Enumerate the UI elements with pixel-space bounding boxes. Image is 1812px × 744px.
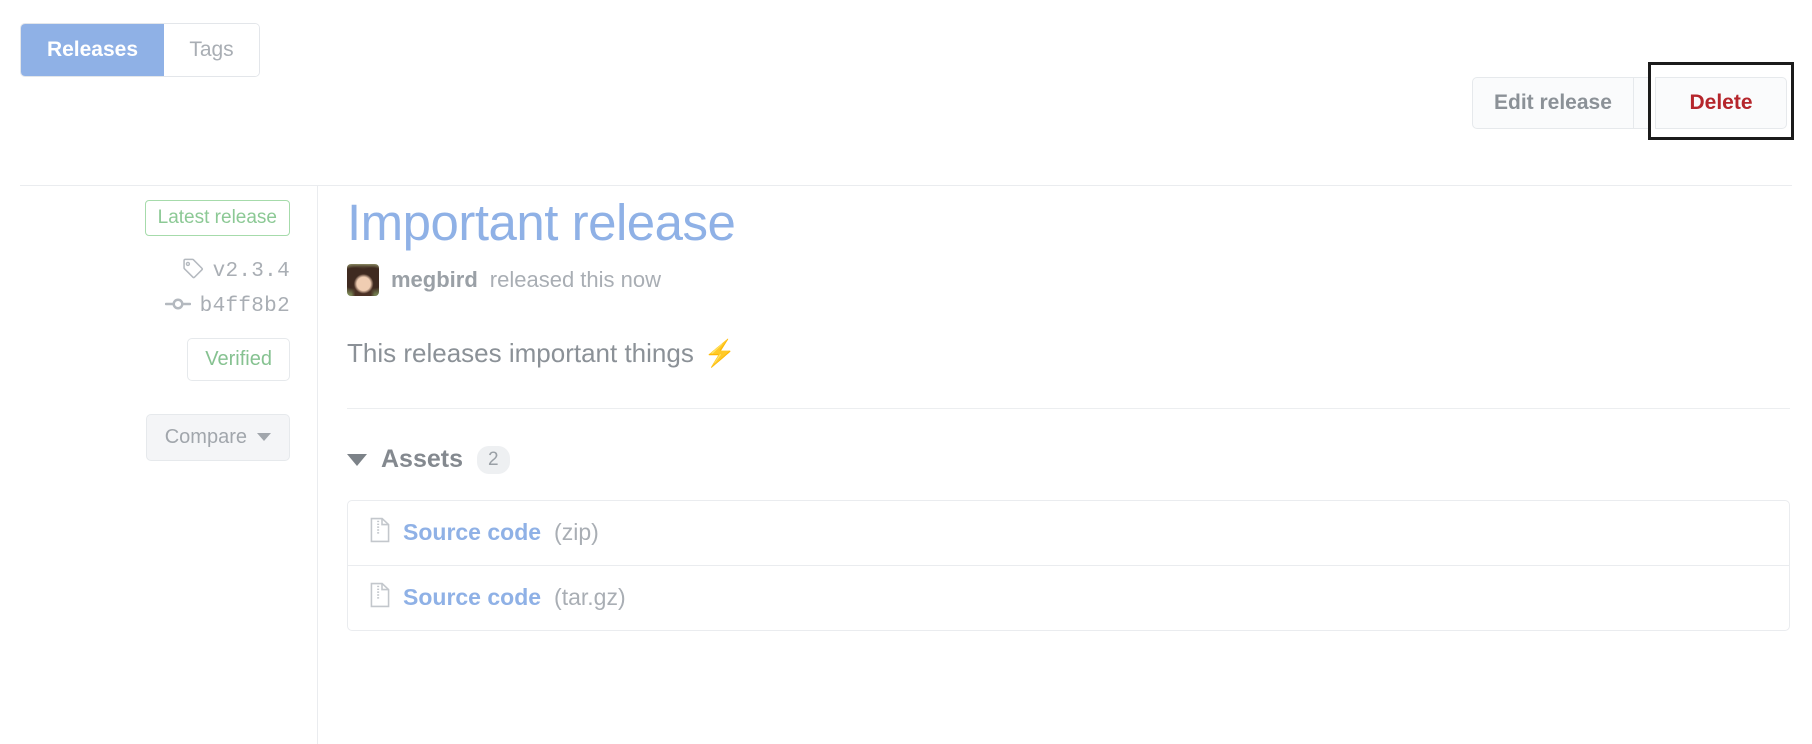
latest-release-badge-label: Latest release <box>157 207 277 228</box>
avatar[interactable] <box>347 263 379 296</box>
release-author[interactable]: megbird <box>391 268 478 291</box>
release-byline: megbird released this now <box>347 263 1792 296</box>
release-main: Important release megbird released this … <box>347 196 1792 631</box>
edit-release-label: Edit release <box>1494 91 1612 114</box>
asset-extension: (zip) <box>554 518 599 545</box>
sidebar-divider <box>317 186 318 744</box>
header-divider <box>20 185 1792 186</box>
asset-extension: (tar.gz) <box>554 583 626 610</box>
tab-releases[interactable]: Releases <box>21 24 164 76</box>
release-description-text: This releases important things <box>347 337 694 368</box>
file-zip-icon <box>370 582 390 613</box>
tab-tags-label: Tags <box>189 38 234 61</box>
list-item[interactable]: Source code (zip) <box>348 501 1789 566</box>
delete-button-focused[interactable]: Delete <box>1655 77 1787 129</box>
chevron-down-icon <box>257 433 271 441</box>
asset-name: Source code <box>403 583 542 610</box>
release-commit-row[interactable]: b4ff8b2 <box>164 293 290 319</box>
release-tag-value: v2.3.4 <box>212 259 290 283</box>
assets-count-badge: 2 <box>477 445 510 474</box>
tab-tags[interactable]: Tags <box>164 24 259 76</box>
assets-list: Source code (zip) Source code (tar.gz) <box>347 499 1790 631</box>
file-zip-icon <box>370 517 390 548</box>
chevron-down-icon <box>347 453 367 466</box>
release-title[interactable]: Important release <box>347 196 1792 250</box>
lightning-bolt-icon: ⚡ <box>703 337 737 368</box>
release-commit-value: b4ff8b2 <box>199 294 290 318</box>
delete-label-focused: Delete <box>1689 91 1753 114</box>
assets-heading: Assets <box>381 445 463 474</box>
assets-header[interactable]: Assets 2 <box>347 445 1792 474</box>
tab-releases-label: Releases <box>46 38 139 61</box>
release-sidebar: Latest release v2.3.4 b4ff8b2 Verified C… <box>0 200 290 461</box>
release-published-text: released this now <box>489 266 662 292</box>
release-description: This releases important things ⚡ <box>347 340 1792 366</box>
content-divider <box>347 407 1790 409</box>
verified-label: Verified <box>205 348 272 370</box>
tag-icon <box>182 258 204 284</box>
list-item[interactable]: Source code (tar.gz) <box>348 566 1789 630</box>
edit-release-button[interactable]: Edit release <box>1473 78 1633 128</box>
release-tabs: Releases Tags <box>20 23 260 77</box>
git-commit-icon <box>164 293 191 319</box>
release-tag-row[interactable]: v2.3.4 <box>182 258 290 284</box>
asset-name: Source code <box>403 518 542 545</box>
verified-button[interactable]: Verified <box>187 338 290 381</box>
compare-label: Compare <box>164 426 247 448</box>
latest-release-badge: Latest release <box>144 200 290 236</box>
compare-button[interactable]: Compare <box>145 414 290 461</box>
